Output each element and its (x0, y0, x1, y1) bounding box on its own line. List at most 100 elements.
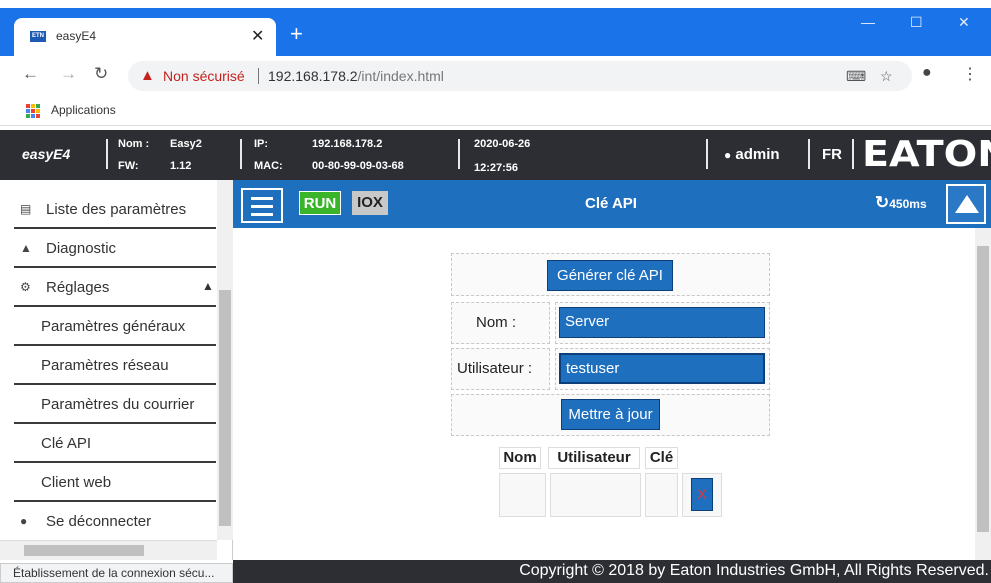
sidebar-item-label: Paramètres réseau (41, 357, 169, 374)
sidebar-item-api-key[interactable]: Clé API (14, 424, 216, 463)
page-toolbar: RUN IOX Clé API ↻450ms (233, 180, 991, 228)
omnibox[interactable]: ▲ Non sécurisé 192.168.178.2/int/index.h… (128, 61, 912, 91)
new-tab-icon[interactable]: + (290, 22, 303, 46)
sidebar-item-label: Client web (41, 474, 112, 491)
page-title: Clé API (585, 195, 637, 212)
header-divider (852, 139, 854, 169)
device-header: easyE4 Nom : Easy2 FW: 1.12 IP: 192.168.… (0, 130, 991, 180)
tab-title: easyE4 (56, 29, 97, 43)
name-field-label: Nom : (476, 314, 517, 331)
sidebar-item-settings[interactable]: ⚙ Réglages ▲ (14, 268, 216, 307)
collapse-triangle-icon[interactable]: ▲ (202, 279, 214, 293)
forward-icon[interactable]: → (60, 64, 77, 84)
translate-icon[interactable]: ⌨ (846, 68, 866, 85)
url-text[interactable]: 192.168.178.2/int/index.html (268, 68, 444, 84)
ip-value: 192.168.178.2 (312, 138, 383, 150)
mac-label: MAC: (254, 160, 283, 172)
sidebar-item-general-params[interactable]: Paramètres généraux (14, 307, 216, 346)
sidebar-item-label: Diagnostic (46, 240, 117, 257)
table-header-name: Nom (499, 447, 541, 469)
sidebar-item-diagnostic[interactable]: ▲ Diagnostic (14, 229, 216, 268)
bookmark-star-icon[interactable]: ☆ (880, 68, 893, 85)
gear-icon: ⚙ (20, 280, 31, 294)
copyright-text: Copyright © 2018 by Eaton Industries Gmb… (519, 562, 989, 579)
reload-icon[interactable]: ↻ (94, 64, 108, 84)
fw-value: 1.12 (170, 160, 192, 172)
list-icon: ▤ (20, 202, 32, 216)
header-divider (240, 139, 242, 169)
sidebar-item-web-client[interactable]: Client web (14, 463, 216, 502)
time-value: 12:27:56 (474, 162, 519, 174)
user-field-label: Utilisateur : (457, 360, 533, 377)
fw-label: FW: (118, 160, 139, 172)
sidebar-item-mail-params[interactable]: Paramètres du courrier (14, 385, 216, 424)
sidebar-item-label: Clé API (41, 435, 92, 452)
name-label: Nom : (118, 138, 150, 150)
ip-label: IP: (254, 138, 269, 150)
table-cell-user (550, 473, 641, 517)
warning-icon: ▲ (140, 67, 155, 84)
bookmark-apps[interactable]: Applications (51, 103, 116, 117)
browser-titlebar: ETN easyE4 ✕ + — ☐ ✕ (0, 0, 991, 56)
apps-grid-icon[interactable] (26, 104, 40, 118)
sidebar-hscroll-thumb[interactable] (24, 545, 144, 556)
url-host: 192.168.178.2 (268, 68, 358, 84)
profile-icon[interactable]: ● (922, 64, 932, 82)
user-icon: ● (724, 148, 732, 162)
sidebar-item-parameter-list[interactable]: ▤ Liste des paramètres (14, 190, 216, 229)
maximize-icon[interactable]: ☐ (910, 14, 923, 31)
run-status-badge[interactable]: RUN (299, 191, 341, 215)
eaton-logo: EATON (862, 134, 991, 175)
header-divider (458, 139, 460, 169)
name-input[interactable]: Server (559, 307, 765, 338)
sidebar-item-logout[interactable]: ● Se déconnecter (14, 502, 216, 541)
close-window-icon[interactable]: ✕ (958, 14, 970, 31)
main-scroll-thumb[interactable] (977, 246, 989, 532)
table-header-user: Utilisateur (548, 447, 640, 469)
table-cell-key (645, 473, 678, 517)
device-brand: easyE4 (22, 146, 71, 162)
generate-api-key-button[interactable]: Générer clé API (547, 260, 673, 291)
sidebar-item-label: Paramètres du courrier (41, 396, 195, 413)
url-path: /int/index.html (357, 68, 444, 84)
up-arrow-icon (955, 195, 979, 213)
bookmarks-bar: Applications (0, 96, 991, 126)
cycle-time: ↻450ms (875, 193, 927, 213)
sidebar: ▤ Liste des paramètres ▲ Diagnostic ⚙ Ré… (0, 180, 233, 560)
warning-icon: ▲ (20, 241, 32, 255)
sidebar-item-network-params[interactable]: Paramètres réseau (14, 346, 216, 385)
scroll-up-button[interactable] (946, 184, 986, 224)
user-input[interactable]: testuser (559, 353, 765, 384)
name-value: Easy2 (170, 138, 202, 150)
sidebar-scroll-thumb[interactable] (219, 290, 231, 526)
browser-tab[interactable]: ETN easyE4 ✕ (14, 18, 276, 56)
header-divider (106, 139, 108, 169)
header-divider (706, 139, 708, 169)
favicon-icon: ETN (30, 31, 46, 42)
cycle-time-value: 450ms (889, 197, 927, 211)
sidebar-scrollbar[interactable] (217, 180, 233, 540)
security-warning[interactable]: Non sécurisé (163, 68, 245, 84)
minimize-icon[interactable]: — (861, 14, 875, 30)
omnibox-separator (258, 68, 259, 84)
sidebar-item-label: Liste des paramètres (46, 201, 187, 218)
sidebar-item-label: Réglages (46, 279, 110, 296)
language-selector[interactable]: FR (822, 146, 842, 163)
user-name: admin (735, 146, 780, 163)
table-cell-name (499, 473, 546, 517)
user-area[interactable]: ● admin (724, 146, 780, 163)
tab-close-icon[interactable]: ✕ (251, 26, 264, 46)
sidebar-hscrollbar[interactable] (0, 540, 217, 560)
sidebar-item-label: Se déconnecter (46, 513, 152, 530)
iox-badge[interactable]: IOX (352, 191, 388, 215)
footer: Copyright © 2018 by Eaton Industries Gmb… (233, 560, 991, 583)
titlebar-strip (0, 0, 991, 8)
back-icon[interactable]: ← (22, 64, 39, 84)
delete-key-button[interactable]: X (691, 478, 713, 511)
main-scrollbar[interactable] (975, 228, 991, 560)
hamburger-menu-icon[interactable] (241, 188, 283, 223)
update-button[interactable]: Mettre à jour (561, 399, 660, 430)
browser-status-bar: Établissement de la connexion sécu... (0, 563, 233, 583)
address-bar-row: ← → ↻ ▲ Non sécurisé 192.168.178.2/int/i… (0, 56, 991, 96)
menu-dots-icon[interactable]: ⋮ (962, 64, 978, 84)
